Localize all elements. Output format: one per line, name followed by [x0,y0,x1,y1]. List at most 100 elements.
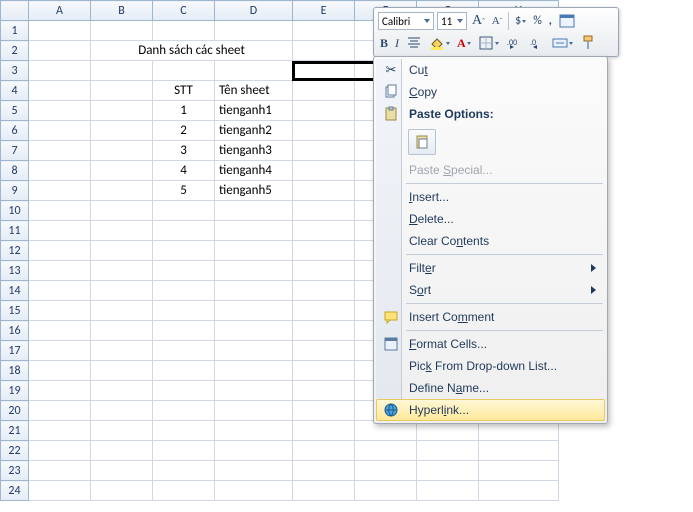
format-cells-dialog-button[interactable] [557,11,577,31]
menu-label: Paste Options: [409,107,494,121]
row-header-7[interactable]: 7 [1,141,29,161]
shrink-font-button[interactable]: Aˇ [490,11,504,31]
grow-font-button[interactable]: Aˆ [470,11,487,31]
row-header-11[interactable]: 11 [1,221,29,241]
row-header-10[interactable]: 10 [1,201,29,221]
menu-pick-from-list[interactable]: Pick From Drop-down List... [376,355,605,377]
col-header-B[interactable]: B [91,1,153,21]
decrease-decimal-icon: .0 [529,35,545,51]
row-header-21[interactable]: 21 [1,421,29,441]
menu-label: Cut [409,63,428,77]
cell-stt-4[interactable]: 4 [153,161,215,181]
menu-label: Filter [409,261,436,275]
menu-insert-comment[interactable]: Insert Comment [376,306,605,328]
menu-label: Clear Contents [409,234,489,248]
paintbrush-icon [580,35,596,51]
cell-stt-5[interactable]: 5 [153,181,215,201]
row-header-13[interactable]: 13 [1,261,29,281]
menu-hyperlink[interactable]: Hyperlink... [376,399,605,421]
cell-name-5[interactable]: tienganh5 [215,181,293,201]
menu-sort[interactable]: Sort [376,279,605,301]
chevron-down-icon [424,19,430,23]
row-header-1[interactable]: 1 [1,21,29,41]
copy-icon [382,83,400,101]
menu-cut[interactable]: ✂ Cut [376,59,605,81]
row-header-22[interactable]: 22 [1,441,29,461]
format-painter-button[interactable] [578,33,598,53]
menu-separator [406,303,603,304]
hyperlink-icon [382,401,400,419]
fill-color-button[interactable] [427,33,452,53]
merge-icon [552,35,568,51]
decrease-decimal-button[interactable]: .0 [527,33,547,53]
menu-separator [406,254,603,255]
font-name-select[interactable]: Calibri [378,12,434,30]
row-header-12[interactable]: 12 [1,241,29,261]
menu-format-cells[interactable]: Format Cells... [376,333,605,355]
col-header-C[interactable]: C [153,1,215,21]
row-header-17[interactable]: 17 [1,341,29,361]
cell-name-1[interactable]: tienganh1 [215,101,293,121]
header-stt[interactable]: STT [153,81,215,101]
select-all-corner[interactable] [1,1,29,21]
row-header-5[interactable]: 5 [1,101,29,121]
row-header-19[interactable]: 19 [1,381,29,401]
paste-default-button[interactable] [408,129,436,155]
increase-decimal-button[interactable]: .00 [504,33,524,53]
percent-button[interactable]: % [531,11,544,31]
italic-button[interactable]: I [393,33,401,53]
dialog-launcher-icon [559,13,575,29]
chevron-down-icon [457,19,463,23]
menu-insert[interactable]: Insert... [376,186,605,208]
col-header-D[interactable]: D [215,1,293,21]
row-header-20[interactable]: 20 [1,401,29,421]
row-header-9[interactable]: 9 [1,181,29,201]
menu-define-name[interactable]: Define Name... [376,377,605,399]
col-header-A[interactable]: A [29,1,91,21]
context-menu: ✂ Cut Copy Paste Options: Paste Special.… [373,56,608,424]
borders-button[interactable] [476,33,501,53]
align-center-button[interactable] [404,33,424,53]
menu-copy[interactable]: Copy [376,81,605,103]
menu-label: Pick From Drop-down List... [409,359,557,373]
row-header-18[interactable]: 18 [1,361,29,381]
align-center-icon [406,35,422,51]
cell-stt-2[interactable]: 2 [153,121,215,141]
merge-center-button[interactable] [550,33,575,53]
menu-separator [406,330,603,331]
col-header-E[interactable]: E [293,1,355,21]
cell-name-4[interactable]: tienganh4 [215,161,293,181]
menu-separator [406,183,603,184]
row-header-3[interactable]: 3 [1,61,29,81]
menu-paste-special[interactable]: Paste Special... [376,159,605,181]
row-header-4[interactable]: 4 [1,81,29,101]
cell-stt-3[interactable]: 3 [153,141,215,161]
menu-paste-options[interactable]: Paste Options: [376,103,605,125]
menu-delete[interactable]: Delete... [376,208,605,230]
row-header-8[interactable]: 8 [1,161,29,181]
bold-button[interactable]: B [378,33,390,53]
row-header-16[interactable]: 16 [1,321,29,341]
cell-name-3[interactable]: tienganh3 [215,141,293,161]
cell-E3[interactable] [293,61,355,81]
menu-label: Copy [409,85,437,99]
menu-clear-contents[interactable]: Clear Contents [376,230,605,252]
row-header-23[interactable]: 23 [1,461,29,481]
header-name[interactable]: Tên sheet [215,81,293,101]
cell-name-2[interactable]: tienganh2 [215,121,293,141]
row-header-15[interactable]: 15 [1,301,29,321]
row-header-2[interactable]: 2 [1,41,29,61]
font-size-select[interactable]: 11 [437,12,467,30]
submenu-arrow-icon [591,286,596,294]
title-cell[interactable]: Danh sách các sheet [91,41,293,61]
row-header-6[interactable]: 6 [1,121,29,141]
currency-button[interactable]: $ [513,11,528,31]
comma-button[interactable]: , [547,11,554,31]
cell-stt-1[interactable]: 1 [153,101,215,121]
font-color-button[interactable]: A [455,33,473,53]
menu-filter[interactable]: Filter [376,257,605,279]
row-header-24[interactable]: 24 [1,481,29,501]
clipboard-icon [382,105,400,123]
row-header-14[interactable]: 14 [1,281,29,301]
comment-icon [382,308,400,326]
